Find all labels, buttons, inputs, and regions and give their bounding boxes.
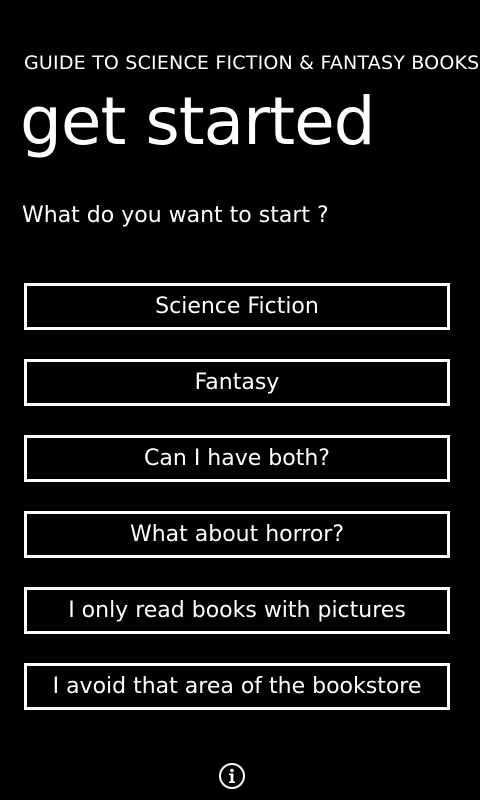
app-title: GUIDE TO SCIENCE FICTION & FANTASY BOOKS: [24, 52, 480, 74]
choice-list: Science Fiction Fantasy Can I have both?…: [24, 283, 450, 739]
app-bar: [0, 748, 480, 800]
info-icon: [219, 763, 245, 789]
prompt-text: What do you want to start ?: [22, 203, 329, 228]
avoid-button[interactable]: I avoid that area of the bookstore: [24, 663, 450, 710]
pictures-button[interactable]: I only read books with pictures: [24, 587, 450, 634]
fantasy-button[interactable]: Fantasy: [24, 359, 450, 406]
science-fiction-button[interactable]: Science Fiction: [24, 283, 450, 330]
both-button[interactable]: Can I have both?: [24, 435, 450, 482]
page-title: get started: [20, 83, 376, 160]
info-button[interactable]: [218, 762, 246, 790]
horror-button[interactable]: What about horror?: [24, 511, 450, 558]
